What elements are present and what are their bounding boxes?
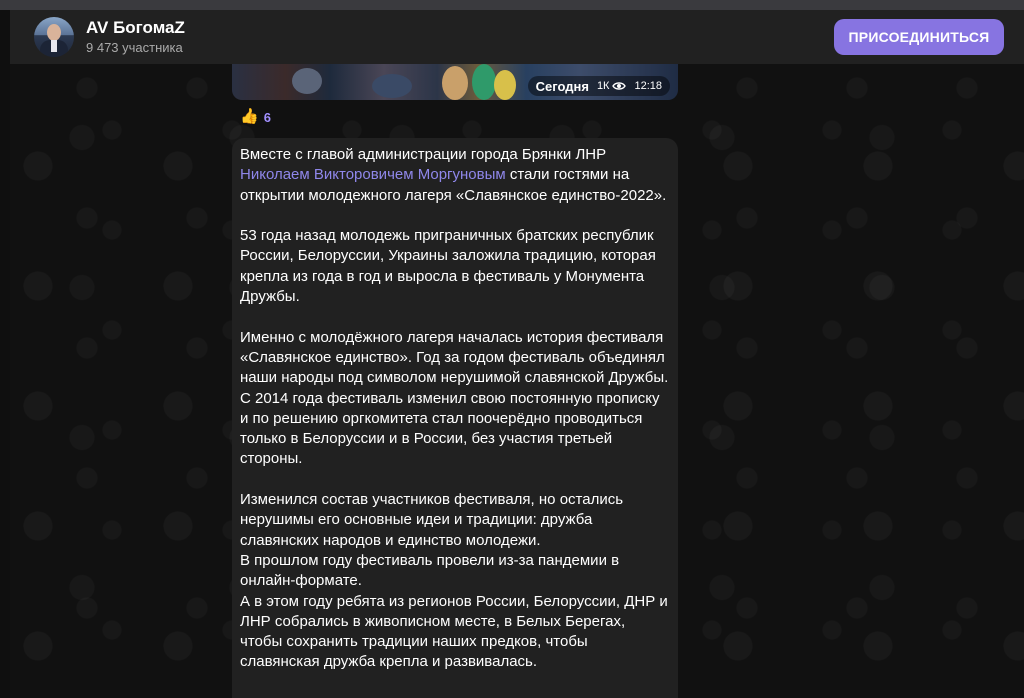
photo-detail <box>472 64 496 100</box>
photo-detail <box>372 74 412 98</box>
join-button[interactable]: ПРИСОЕДИНИТЬСЯ <box>834 19 1004 55</box>
post-time: 12:18 <box>634 80 662 92</box>
mention-link[interactable]: Николаем Викторовичем Моргуновым <box>240 166 506 183</box>
avatar-shirt <box>51 40 57 52</box>
chat-title: AV БогомаZ <box>86 17 185 37</box>
message-paragraph: 53 года назад молодежь приграничных брат… <box>240 227 656 306</box>
message-paragraph: Именно с молодёжного лагеря началась ист… <box>240 328 669 468</box>
photo-meta: Сегодня 1К 12:18 <box>527 76 670 96</box>
eye-icon <box>612 82 627 90</box>
window-top-strip <box>0 0 1024 10</box>
member-count: 9 473 участника <box>86 39 183 55</box>
message-text: Вместе с главой администрации города Бря… <box>240 146 607 163</box>
chat-header[interactable]: AV БогомаZ 9 473 участника ПРИСОЕДИНИТЬС… <box>10 10 1024 64</box>
message-bubble: Вместе с главой администрации города Бря… <box>232 138 678 698</box>
thumbs-up-icon: 👍 <box>240 108 259 125</box>
message-paragraph: Вместе с главой администрации города Бря… <box>240 145 669 206</box>
reaction-count: 6 <box>263 109 271 125</box>
chat-info[interactable]: AV БогомаZ 9 473 участника <box>86 18 185 57</box>
message-line: Изменился состав участников фестиваля, н… <box>240 491 624 549</box>
message-photo[interactable]: Сегодня 1К 12:18 <box>232 64 678 100</box>
message-line: В прошлом году фестиваль провели из-за п… <box>240 551 620 590</box>
message-line: А в этом году ребята из регионов России,… <box>240 592 668 671</box>
post-date: Сегодня <box>535 78 589 94</box>
reaction-chip[interactable]: 👍 6 <box>240 107 271 127</box>
photo-detail <box>292 68 322 94</box>
avatar-face <box>47 24 61 41</box>
message-paragraph: Изменился состав участников фестиваля, н… <box>240 490 669 673</box>
channel-avatar[interactable] <box>34 17 74 57</box>
photo-detail <box>442 66 468 100</box>
view-count: 1К <box>596 80 610 92</box>
photo-detail <box>494 70 516 100</box>
